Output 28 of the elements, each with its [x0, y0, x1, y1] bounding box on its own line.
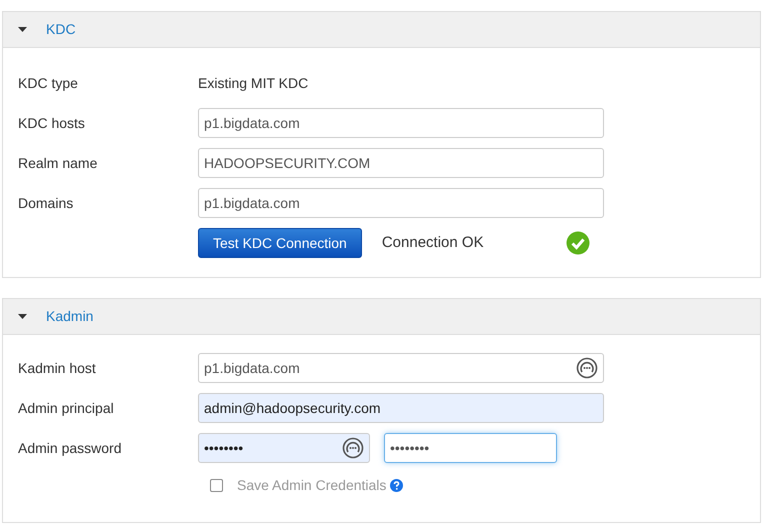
caret-icon[interactable]	[18, 25, 27, 34]
section-header[interactable]: KDC	[3, 12, 760, 48]
field-label: KDC type	[18, 74, 79, 93]
field-label: Kadmin host	[18, 358, 97, 378]
input-field[interactable]: ••••••••	[198, 433, 370, 463]
field-value: Existing MIT KDC	[198, 74, 308, 93]
checkbox-label: Save Admin Credentials	[237, 476, 386, 495]
section-title[interactable]: Kadmin	[46, 306, 94, 327]
section-header[interactable]: Kadmin	[3, 299, 760, 335]
input-field[interactable]: ••••••••	[384, 433, 557, 463]
field-label: Domains	[18, 194, 74, 212]
field-label: Realm name	[18, 154, 98, 172]
test-connection-button[interactable]: Test KDC Connection	[198, 228, 362, 258]
caret-icon[interactable]	[18, 312, 27, 321]
password-key-icon[interactable]	[342, 437, 364, 459]
field-label: KDC hosts	[18, 114, 86, 132]
checkbox[interactable]	[210, 479, 223, 492]
field-label: Admin password	[18, 438, 122, 458]
input-field[interactable]: p1.bigdata.com	[198, 108, 604, 138]
input-field[interactable]: HADOOPSECURITY.COM	[198, 148, 604, 178]
input-field[interactable]: admin@hadoopsecurity.com	[198, 393, 604, 423]
input-field[interactable]: p1.bigdata.com	[198, 353, 604, 383]
section-title[interactable]: KDC	[46, 19, 76, 40]
connection-status: Connection OK	[382, 232, 485, 253]
field-label: Admin principal	[18, 398, 115, 418]
help-icon[interactable]	[390, 479, 404, 492]
password-key-icon[interactable]	[576, 357, 598, 379]
input-field[interactable]: p1.bigdata.com	[198, 188, 604, 218]
